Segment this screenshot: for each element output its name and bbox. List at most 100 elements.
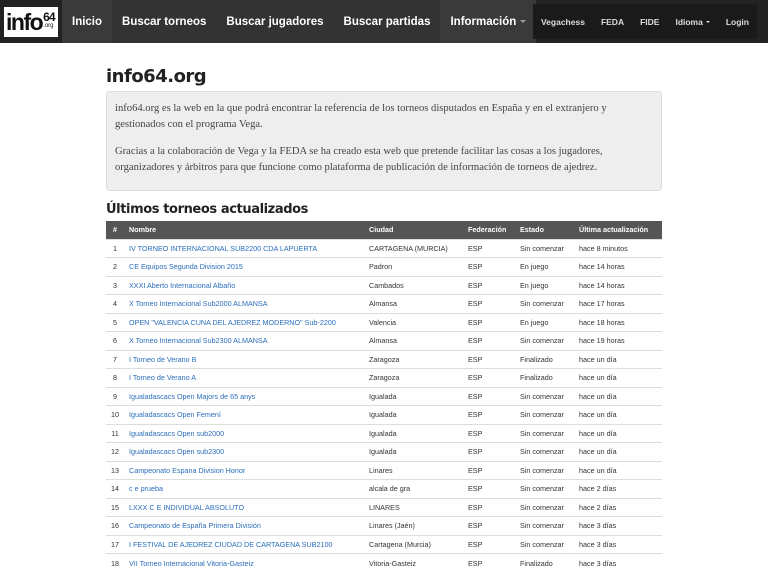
- status-cell: Sin comenzar: [515, 294, 574, 313]
- tournament-name-link[interactable]: I Torneo de Verano B: [124, 349, 364, 369]
- status-cell: Sin comenzar: [515, 479, 574, 498]
- nav-buscar-jugadores-label: Buscar jugadores: [226, 15, 324, 28]
- row-number: 8: [106, 368, 124, 387]
- nav-feda[interactable]: FEDA: [593, 4, 632, 39]
- table-row: 10 Igualadascacs Open Femení Igualada ESP Si…: [106, 405, 662, 424]
- nav-fide-label: FIDE: [640, 16, 660, 27]
- tournament-name-link[interactable]: Igualadascacs Open sub2000: [124, 423, 364, 443]
- nav-informacion-dropdown[interactable]: Información: [440, 0, 537, 43]
- tournament-name-link[interactable]: LXXX C E INDIVIDUAL ABSOLUTO: [124, 497, 364, 517]
- city-cell: Zaragoza: [364, 368, 463, 387]
- city-cell: CARTAGENA (MURCIA): [364, 238, 463, 258]
- tournament-name-link[interactable]: CE Equipos Segunda Division 2015: [124, 257, 364, 276]
- tournament-name-link[interactable]: Igualadascacs Open Femení: [124, 405, 364, 424]
- table-body: 1 IV TORNEO INTERNACIONAL SUB2200 CDA LAP…: [106, 238, 662, 572]
- status-cell: Sin comenzar: [515, 516, 574, 535]
- table-row: 13 Campeonato Espana Division Honor Linare…: [106, 460, 662, 480]
- status-cell: Finalizado: [515, 368, 574, 387]
- table-row: 1 IV TORNEO INTERNACIONAL SUB2200 CDA LAP…: [106, 238, 662, 258]
- updated-cell: hace 14 horas: [574, 257, 662, 276]
- caret-down-icon: [705, 20, 710, 23]
- row-number: 11: [106, 423, 124, 443]
- tournament-name-link[interactable]: c e prueba: [124, 479, 364, 498]
- federation-cell: ESP: [463, 442, 515, 461]
- city-cell: Igualada: [364, 386, 463, 406]
- row-number: 17: [106, 534, 124, 554]
- tournament-name-link[interactable]: Igualadascacs Open Majors de 65 anys: [124, 386, 364, 406]
- nav-login[interactable]: Login: [718, 4, 757, 39]
- updated-cell: hace un día: [574, 460, 662, 480]
- tournament-name-link[interactable]: X Torneo Internacional Sub2300 ALMANSA: [124, 331, 364, 350]
- federation-cell: ESP: [463, 257, 515, 276]
- federation-cell: ESP: [463, 423, 515, 443]
- nav-fide[interactable]: FIDE: [632, 4, 667, 39]
- city-cell: Igualada: [364, 423, 463, 443]
- federation-cell: ESP: [463, 516, 515, 535]
- city-cell: Linares: [364, 460, 463, 480]
- tournament-name-link[interactable]: I Torneo de Verano A: [124, 368, 364, 387]
- column-header-status: Estado: [515, 221, 574, 239]
- updated-cell: hace un día: [574, 423, 662, 443]
- site-logo[interactable]: info 64 .org: [4, 7, 58, 37]
- row-number: 10: [106, 405, 124, 424]
- federation-cell: ESP: [463, 534, 515, 554]
- city-cell: Igualada: [364, 442, 463, 461]
- tournament-name-link[interactable]: VII Torneo Internacional Vitoria-Gasteiz: [124, 553, 364, 572]
- tournament-name-link[interactable]: X Torneo Internacional Sub2000 ALMANSA: [124, 294, 364, 313]
- federation-cell: ESP: [463, 460, 515, 480]
- tournament-name-link[interactable]: IV TORNEO INTERNACIONAL SUB2200 CDA LAPU…: [124, 238, 364, 258]
- main-nav: Inicio Buscar torneos Buscar jugadores B…: [62, 0, 537, 43]
- nav-idioma-label: Idioma: [675, 16, 703, 27]
- row-number: 13: [106, 460, 124, 480]
- tournament-name-link[interactable]: I FESTIVAL DE AJEDREZ CIUDAD DE CARTAGEN…: [124, 534, 364, 554]
- city-cell: Almansa: [364, 331, 463, 350]
- table-row: 4X Torneo Internacional Sub2000 ALMANSA A…: [106, 294, 662, 313]
- updated-cell: hace 2 días: [574, 479, 662, 498]
- nav-inicio[interactable]: Inicio: [62, 0, 113, 43]
- logo-text: info: [6, 9, 44, 35]
- federation-cell: ESP: [463, 386, 515, 406]
- nav-buscar-torneos[interactable]: Buscar torneos: [112, 0, 217, 43]
- nav-buscar-jugadores[interactable]: Buscar jugadores: [216, 0, 334, 43]
- city-cell: Igualada: [364, 405, 463, 424]
- updated-cell: hace un día: [574, 442, 662, 461]
- tournament-name-link[interactable]: Campeonato de España Primera División: [124, 516, 364, 535]
- row-number: 9: [106, 386, 124, 406]
- column-header-city: Ciudad: [364, 221, 463, 239]
- status-cell: Sin comenzar: [515, 497, 574, 517]
- table-row: 5 OPEN "VALENCIA CUNA DEL AJEDREZ MODERNO…: [106, 312, 662, 332]
- nav-vegachess[interactable]: Vegachess: [533, 4, 593, 39]
- nav-idioma-dropdown[interactable]: Idioma: [667, 4, 717, 39]
- updated-cell: hace un día: [574, 405, 662, 424]
- table-row: 8I Torneo de Verano A Zaragoza ESP Finaliza…: [106, 368, 662, 387]
- federation-cell: ESP: [463, 294, 515, 313]
- city-cell: alcala de gra: [364, 479, 463, 498]
- city-cell: LINARES: [364, 497, 463, 517]
- federation-cell: ESP: [463, 497, 515, 517]
- status-cell: Sin comenzar: [515, 534, 574, 554]
- city-cell: Cambados: [364, 275, 463, 295]
- row-number: 12: [106, 442, 124, 461]
- federation-cell: ESP: [463, 349, 515, 369]
- federation-cell: ESP: [463, 553, 515, 572]
- nav-inicio-label: Inicio: [72, 15, 103, 28]
- logo-domain: .org: [43, 23, 54, 29]
- tournament-name-link[interactable]: Igualadascacs Open sub2300: [124, 442, 364, 461]
- logo-superscript: 64 .org: [43, 11, 55, 31]
- nav-buscar-partidas[interactable]: Buscar partidas: [333, 0, 441, 43]
- tournament-name-link[interactable]: XXXI Aberto Internacional Albaño: [124, 275, 364, 295]
- intro-paragraph: Gracias a la colaboración de Vega y la F…: [115, 146, 603, 173]
- tournament-name-link[interactable]: Campeonato Espana Division Honor: [124, 460, 364, 480]
- row-number: 1: [106, 238, 124, 258]
- city-cell: Padron: [364, 257, 463, 276]
- tournament-name-link[interactable]: OPEN "VALENCIA CUNA DEL AJEDREZ MODERNO"…: [124, 312, 364, 332]
- row-number: 6: [106, 331, 124, 350]
- table-header-row: # Nombre Ciudad Federación Estado Última…: [106, 221, 662, 239]
- updated-cell: hace 19 horas: [574, 331, 662, 350]
- row-number: 2: [106, 257, 124, 276]
- row-number: 14: [106, 479, 124, 498]
- table-row: 15 LXXX C E INDIVIDUAL ABSOLUTO LINARES ESP…: [106, 497, 662, 517]
- updated-cell: hace 8 minutos: [574, 238, 662, 258]
- intro-paragraph: info64.org es la web en la que podrá enc…: [115, 103, 607, 130]
- table-row: 16 Campeonato de España Primera División L…: [106, 516, 662, 535]
